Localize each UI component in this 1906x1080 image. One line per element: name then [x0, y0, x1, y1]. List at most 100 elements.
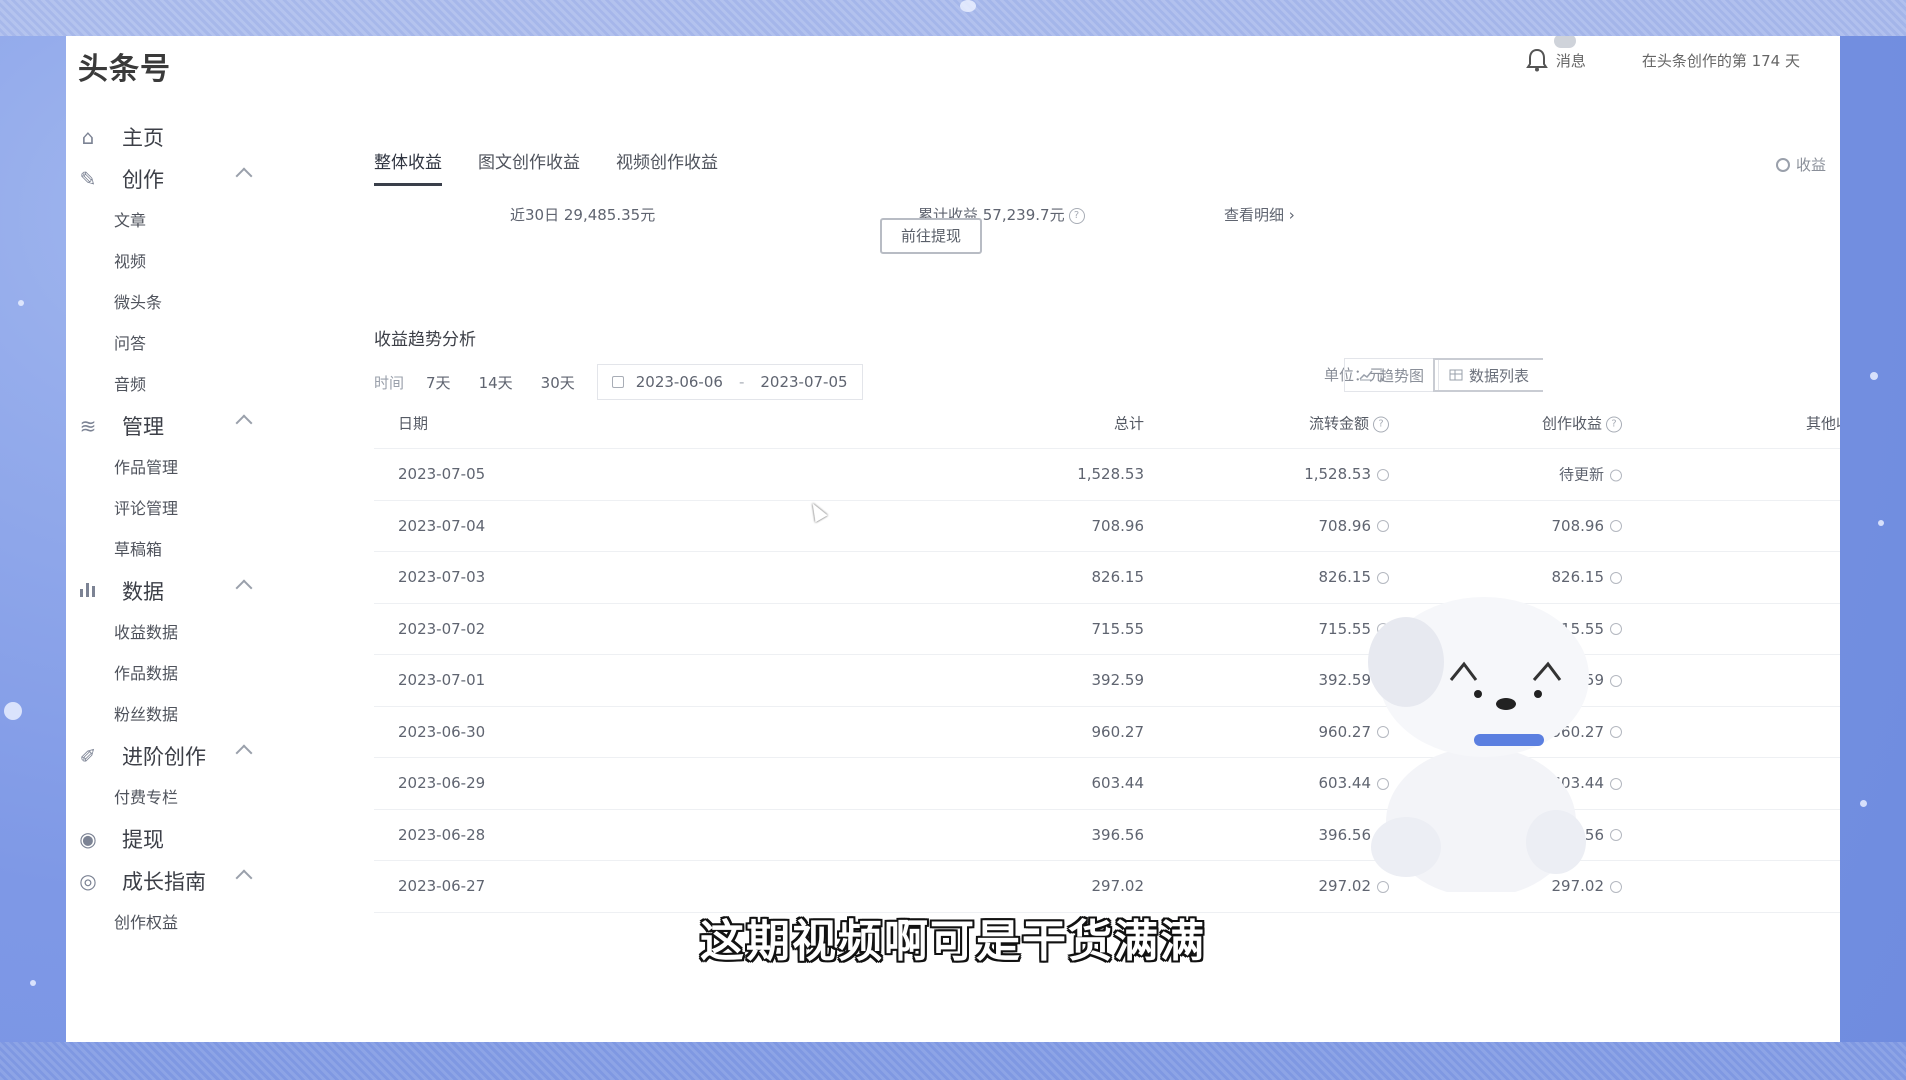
info-icon[interactable] — [1610, 571, 1622, 584]
table-row: 2023-07-03826.15826.15826.150 — [374, 552, 1840, 604]
snow-dot — [4, 702, 22, 720]
cell-create-value: 826.15 — [1551, 568, 1605, 587]
sidebar-item-data[interactable]: 数据 — [66, 570, 266, 612]
cell-flow: 1,528.53 — [1304, 465, 1389, 483]
mascot-dog-image — [1368, 597, 1589, 892]
cell-total-value: 603.44 — [1091, 774, 1145, 793]
income-table: 日期 总计 流转金额? 创作收益? 其他收益 2023-07-05 1,528.5… — [374, 398, 1840, 913]
cell-date-value: 2023-06-27 — [398, 877, 486, 896]
sidebar-item-advanced-create[interactable]: ✐ 进阶创作 — [66, 735, 266, 777]
income-settings-label: 收益 — [1796, 156, 1827, 174]
sidebar-item-manage[interactable]: ≋ 管理 — [66, 405, 266, 447]
calendar-icon — [611, 376, 624, 388]
table-row: 2023-07-04708.96708.96708.960 — [374, 501, 1840, 552]
info-icon[interactable] — [1377, 468, 1389, 481]
snow-dot — [1878, 520, 1884, 526]
table-row: 2023-06-28396.56396.56396.56 — [374, 810, 1840, 861]
view-details-link[interactable]: 查看明细 › — [1224, 204, 1295, 225]
info-icon[interactable] — [1610, 880, 1622, 893]
sidebar-item-growth-guide[interactable]: ◎ 成长指南 — [66, 860, 266, 902]
sidebar-item-create[interactable]: ✎ 创作 — [66, 158, 266, 200]
cell-date-value: 2023-07-02 — [398, 619, 486, 638]
radio-icon — [1776, 157, 1790, 172]
table-row: 2023-07-01392.59392.59392.59 — [374, 655, 1840, 707]
start-date[interactable]: 2023-06-06 — [636, 373, 723, 391]
decorative-bottom-band — [0, 1042, 1906, 1080]
end-date[interactable]: 2023-07-05 — [760, 373, 847, 391]
withdraw-button[interactable]: 前往提现 — [880, 218, 982, 254]
range-14-days[interactable]: 14天 — [479, 372, 513, 393]
sidebar-subitem-comments-manage[interactable]: 评论管理 — [66, 488, 266, 529]
trend-chart-label: 趋势图 — [1379, 366, 1425, 385]
withdraw-icon: ◉ — [79, 827, 97, 851]
table-row: 2023-06-29 603.44 603.44 603.44 — [374, 758, 1840, 810]
date-range-picker[interactable]: 2023-06-06 - 2023-07-05 — [596, 364, 863, 400]
sidebar-item-label: 成长指南 — [122, 870, 206, 894]
help-icon[interactable]: ? — [1373, 416, 1389, 432]
cell-total: 1,528.53 — [1077, 465, 1144, 483]
sidebar-subitem-weitoutiao[interactable]: 微头条 — [66, 282, 266, 323]
cell-flow: 708.96 — [1319, 517, 1389, 535]
cell-flow-value: 297.02 — [1318, 877, 1372, 896]
sidebar-subitem-income-data[interactable]: 收益数据 — [66, 612, 266, 653]
sidebar-subitem-audio[interactable]: 音频 — [66, 364, 266, 405]
cell-date-value: 2023-07-01 — [398, 671, 486, 690]
cell-total-value: 297.02 — [1091, 877, 1145, 896]
sidebar-item-label: 主页 — [122, 126, 164, 150]
app-logo[interactable]: 头条号 — [78, 44, 171, 88]
info-icon[interactable] — [1610, 520, 1622, 533]
cell-flow-value: 392.59 — [1318, 671, 1372, 690]
sidebar-item-home[interactable]: ⌂ 主页 — [66, 116, 266, 158]
sidebar-subitem-drafts[interactable]: 草稿箱 — [66, 529, 266, 570]
bell-icon[interactable] — [1525, 48, 1548, 72]
time-label: 时间 — [374, 373, 405, 392]
chevron-up-icon[interactable] — [235, 167, 253, 185]
tab-video-income[interactable]: 视频创作收益 — [616, 148, 718, 186]
growth-icon: ◎ — [79, 869, 97, 893]
help-icon[interactable]: ? — [1606, 416, 1622, 432]
cell-total-value: 1,528.53 — [1077, 465, 1144, 484]
cell-create: 待更新 — [1559, 464, 1622, 485]
info-icon[interactable] — [1610, 829, 1622, 842]
trend-chart-button[interactable]: 趋势图 — [1344, 358, 1440, 392]
data-list-button[interactable]: 数据列表 — [1433, 358, 1544, 392]
cell-date: 2023-07-04 — [398, 517, 485, 535]
sidebar-item-label: 管理 — [122, 415, 164, 439]
range-7-days[interactable]: 7天 — [426, 372, 451, 393]
sidebar-subitem-works-manage[interactable]: 作品管理 — [66, 447, 266, 488]
sidebar-subitem-fans-data[interactable]: 粉丝数据 — [66, 694, 266, 735]
sidebar-subitem-article[interactable]: 文章 — [66, 200, 266, 241]
cell-total-value: 960.27 — [1091, 722, 1145, 741]
messages-link[interactable]: 消息 — [1556, 50, 1586, 71]
chevron-up-icon[interactable] — [235, 414, 253, 432]
cell-flow-value: 826.15 — [1318, 568, 1372, 587]
tab-article-income[interactable]: 图文创作收益 — [478, 148, 580, 186]
sidebar-subitem-paid-column[interactable]: 付费专栏 — [66, 777, 266, 818]
line-chart-icon — [1359, 370, 1373, 381]
info-icon[interactable] — [1610, 777, 1622, 790]
info-icon[interactable] — [1610, 726, 1622, 739]
income-settings-link[interactable]: 收益 — [1776, 154, 1826, 175]
cell-date: 2023-07-02 — [398, 620, 485, 638]
info-icon[interactable] — [1377, 520, 1389, 533]
chevron-up-icon[interactable] — [235, 744, 253, 762]
info-icon[interactable] — [1610, 623, 1622, 636]
chevron-up-icon[interactable] — [235, 579, 253, 597]
sidebar-subitem-video[interactable]: 视频 — [66, 241, 266, 282]
info-icon[interactable] — [1610, 469, 1622, 482]
info-icon[interactable] — [1377, 571, 1389, 584]
cell-total: 297.02 — [1092, 877, 1145, 895]
header-flow: 流转金额? — [1309, 413, 1389, 434]
sidebar-subitem-qa[interactable]: 问答 — [66, 323, 266, 364]
range-30-days[interactable]: 30天 — [541, 372, 575, 393]
cell-date: 2023-07-03 — [398, 568, 485, 586]
tab-overall-income[interactable]: 整体收益 — [374, 148, 442, 186]
cell-total-value: 826.15 — [1091, 568, 1145, 587]
sidebar-item-withdraw[interactable]: ◉ 提现 — [66, 818, 266, 860]
info-icon[interactable] — [1610, 674, 1622, 687]
sidebar-subitem-works-data[interactable]: 作品数据 — [66, 653, 266, 694]
table-row: 2023-07-02 715.55 715.55 715.55 — [374, 604, 1840, 655]
help-icon[interactable]: ? — [1068, 207, 1085, 224]
chevron-up-icon[interactable] — [235, 869, 253, 887]
bar-chart-icon — [76, 579, 100, 603]
